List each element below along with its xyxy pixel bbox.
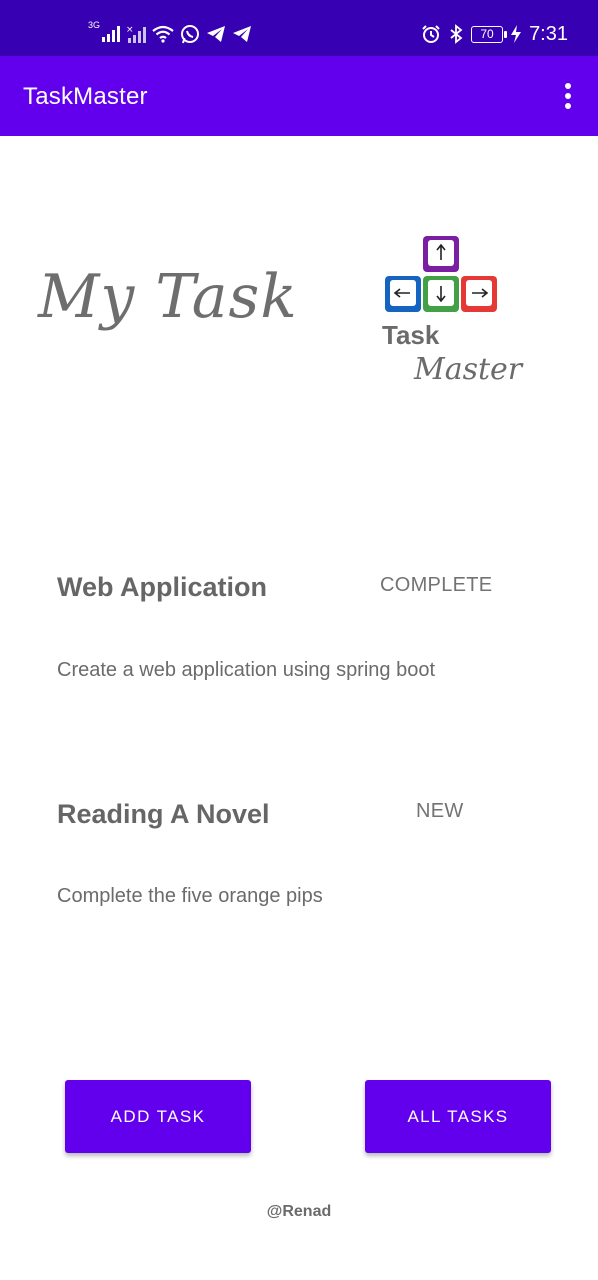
task-title[interactable]: Web Application <box>57 572 267 603</box>
battery-level: 70 <box>480 26 494 41</box>
svg-text:×: × <box>126 25 134 35</box>
alarm-icon <box>422 25 440 43</box>
status-bar: 3G × 70 7:31 <box>0 0 598 56</box>
wifi-icon <box>152 25 174 43</box>
task-status: NEW <box>416 800 464 822</box>
app-bar: TaskMaster <box>0 56 598 136</box>
telegram-icon <box>207 26 226 42</box>
bluetooth-icon <box>450 24 463 44</box>
status-icons-left: 3G × <box>88 20 252 48</box>
status-icons-right: 70 7:31 <box>421 20 568 48</box>
status-time: 7:31 <box>529 22 568 45</box>
whatsapp-icon <box>181 25 200 44</box>
task-title[interactable]: Reading A Novel <box>57 799 270 830</box>
task-status: COMPLETE <box>380 574 493 596</box>
telegram-icon <box>233 26 252 42</box>
charging-icon <box>511 25 522 43</box>
footer-credit: @Renad <box>266 1203 332 1220</box>
more-vert-icon[interactable] <box>556 80 580 112</box>
app-title: TaskMaster <box>23 83 148 110</box>
taskmaster-logo: Task Master <box>380 232 523 392</box>
signal-icon <box>102 26 121 42</box>
logo-text-task: Task <box>382 320 440 350</box>
network-type-label: 3G <box>88 20 101 30</box>
battery-icon: 70 <box>471 25 508 43</box>
task-description: Complete the five orange pips <box>57 885 323 907</box>
add-task-button[interactable]: ADD TASK <box>65 1080 251 1153</box>
logo-text-master: Master <box>414 352 523 387</box>
page-heading: My Task <box>38 262 298 332</box>
task-description: Create a web application using spring bo… <box>57 659 436 681</box>
all-tasks-button[interactable]: ALL TASKS <box>365 1080 551 1153</box>
signal-no-data-icon: × <box>126 25 147 43</box>
